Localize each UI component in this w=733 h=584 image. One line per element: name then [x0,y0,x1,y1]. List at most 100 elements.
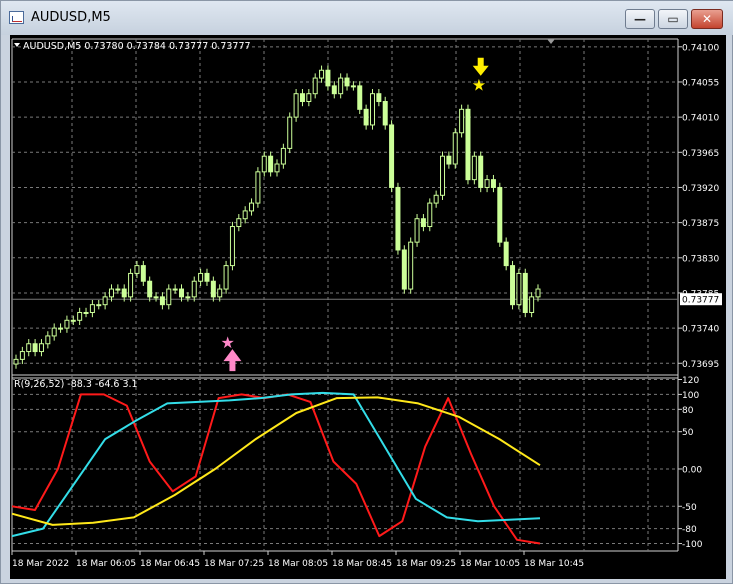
indicator-tick-label: 120 [682,376,699,386]
candle-body [287,116,293,149]
candle-body [191,280,197,298]
candle [357,81,363,115]
time-tick-label: 18 Mar 10:45 [524,559,584,569]
candle [465,104,471,185]
candle [510,260,516,310]
chart-window: AUDUSD,M5 — ▭ ✕ 0.74100 0.74055 0.74010 0.7… [0,0,733,584]
candle-body [440,155,446,196]
candle-body [96,304,102,307]
candle-body [172,288,178,291]
candle [414,214,420,247]
candle-body [134,265,140,274]
candle [382,96,388,130]
indicator-tick-label: 80 [682,406,694,416]
time-tick-label: 18 Mar 06:05 [76,559,136,569]
candle-body [128,272,134,298]
candle-body [376,93,382,103]
candle-body [19,351,25,360]
candle-body [452,132,458,165]
candle-body [102,296,108,306]
candle-body [395,186,401,251]
time-tick-label: 18 Mar 09:25 [396,559,456,569]
candle-body [179,288,185,298]
time-tick-label: 18 Mar 06:45 [140,559,200,569]
maximize-button[interactable]: ▭ [658,9,688,29]
candle-body [204,272,210,282]
candle-body [516,272,522,306]
price-tick-label: 0.73965 [682,149,719,159]
candle-body [45,335,51,345]
candle-body [478,155,484,188]
candle-body [293,93,299,118]
candle [516,268,522,310]
candle-body [242,210,248,220]
candle-body [83,311,89,314]
candle [440,151,446,200]
indicator-tick-label: -80 [682,525,697,535]
price-tick-label: 0.73920 [682,184,719,194]
minimize-icon: — [634,12,646,26]
chart-window-icon [9,11,24,24]
sell-star-icon: ★ [472,76,486,95]
candle [369,89,375,130]
candle-body [299,93,305,103]
candle-body [115,288,121,291]
candle-body [185,296,191,299]
candle-body [338,77,344,95]
candle [471,151,477,185]
candle-body [198,272,204,282]
close-button[interactable]: ✕ [691,9,723,29]
candle-body [503,241,509,267]
candle [223,260,229,294]
indicator-tick-label: 50 [682,428,694,438]
maximize-icon: ▭ [667,12,679,26]
candle-body [108,288,114,298]
price-tick-label: 0.73740 [682,325,719,335]
candle-body [13,358,19,365]
candle [497,182,503,247]
indicator-tick-label: 100 [682,391,699,401]
candle-body [331,85,337,95]
time-tick-label: 18 Mar 08:45 [332,559,392,569]
candle [459,104,465,138]
minimize-button[interactable]: — [625,9,655,29]
title-bar[interactable]: AUDUSD,M5 — ▭ ✕ [1,1,733,35]
candle-body [357,85,363,110]
candle-body [382,101,388,126]
candle-body [522,272,528,313]
price-tick-label: 0.74055 [682,78,719,88]
candle-body [147,280,153,298]
candle-body [306,93,312,103]
time-tick-label: 18 Mar 2022 [12,559,69,569]
candle-body [401,249,407,290]
candle-body [389,124,395,188]
close-icon: ✕ [701,12,713,26]
current-price-label: 0.73777 [682,296,719,306]
candle-body [510,265,516,306]
candle-body [471,155,477,181]
candle-body [210,280,216,298]
indicator-tick-label: -100 [682,540,703,550]
price-tick-label: 0.73695 [682,360,719,370]
candle [401,245,407,294]
candle-body [64,319,70,329]
candle-body [465,108,471,181]
candle-body [261,155,267,173]
candle-body [249,202,255,212]
candle-body [325,69,331,87]
candle [229,221,235,271]
chart-area[interactable]: 0.74100 0.74055 0.74010 0.73965 0.73920 0.738… [10,35,726,579]
candle-body [414,218,420,243]
candle [389,120,395,193]
candle-body [32,343,38,353]
candle-body [26,343,32,353]
candle-body [121,288,127,298]
chart-svg[interactable]: 0.74100 0.74055 0.74010 0.73965 0.73920 0.738… [10,35,726,579]
time-tick-label: 18 Mar 08:05 [268,559,328,569]
candle-body [344,77,350,87]
candle-body [312,77,318,95]
candle-body [497,186,503,243]
indicator-header: R(9,26,52) -88.3 -64.6 3.1 [14,379,138,390]
candle-body [280,147,286,165]
candle-body [223,265,229,290]
